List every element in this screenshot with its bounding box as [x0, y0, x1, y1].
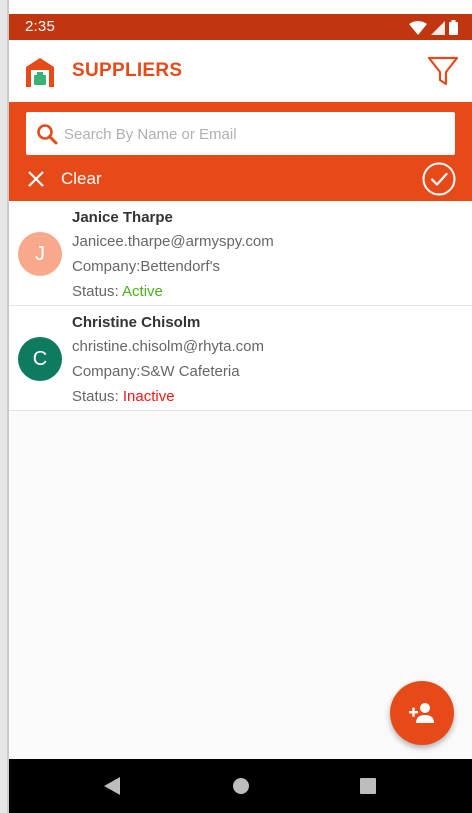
device-frame — [0, 0, 9, 813]
nav-recents-icon[interactable] — [360, 778, 376, 794]
list-item[interactable]: J Janice Tharpe Janicee.tharpe@armyspy.c… — [9, 201, 472, 306]
filter-icon[interactable] — [426, 54, 460, 88]
avatar: J — [18, 232, 62, 276]
status-icons — [409, 20, 458, 35]
search-panel: Clear — [9, 102, 472, 201]
supplier-company: Company:S&W Cafeteria — [72, 363, 240, 380]
supplier-company: Company:Bettendorf's — [72, 258, 220, 275]
clear-label: Clear — [61, 169, 102, 188]
supplier-email: christine.chisolm@rhyta.com — [72, 338, 264, 355]
avatar-initial: J — [35, 242, 45, 265]
supplier-status: Status: Active — [72, 283, 163, 300]
nav-home-icon[interactable] — [232, 777, 250, 795]
close-icon — [28, 171, 44, 187]
supplier-list: J Janice Tharpe Janicee.tharpe@armyspy.c… — [9, 201, 472, 411]
search-box — [26, 112, 455, 157]
avatar: C — [18, 337, 62, 381]
add-supplier-button[interactable] — [390, 681, 454, 745]
supplier-name: Christine Chisolm — [72, 314, 201, 331]
signal-icon — [431, 20, 445, 35]
nav-back-icon[interactable] — [103, 776, 121, 796]
app-bar: SUPPLIERS — [9, 40, 472, 103]
status-badge: Active — [122, 283, 163, 300]
supplier-name: Janice Tharpe — [72, 209, 173, 226]
warehouse-logo-icon — [26, 58, 54, 87]
supplier-email: Janicee.tharpe@armyspy.com — [72, 233, 274, 250]
battery-icon — [449, 20, 458, 35]
check-circle-icon[interactable] — [422, 162, 456, 196]
search-icon — [37, 124, 58, 145]
search-input[interactable] — [62, 112, 446, 157]
status-label: Status: — [72, 283, 119, 300]
status-bar: 2:35 — [9, 14, 472, 40]
avatar-initial: C — [32, 347, 48, 370]
add-person-icon — [409, 703, 434, 723]
status-badge: Inactive — [122, 388, 175, 405]
status-time: 2:35 — [25, 18, 55, 35]
wifi-icon — [409, 20, 427, 35]
navigation-bar — [9, 759, 472, 813]
status-label: Status: — [72, 388, 119, 405]
list-item[interactable]: C Christine Chisolm christine.chisolm@rh… — [9, 306, 472, 411]
clear-button[interactable]: Clear — [25, 166, 102, 192]
app-screen: 2:35 SUPPLIERS Search By Name or Email C… — [9, 14, 472, 813]
page-title: SUPPLIERS — [72, 60, 183, 81]
supplier-status: Status: Inactive — [72, 388, 175, 405]
